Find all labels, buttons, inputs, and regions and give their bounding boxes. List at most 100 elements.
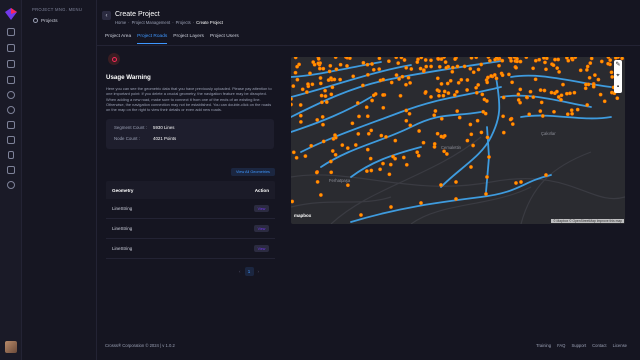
road-node (500, 58, 505, 63)
road-node (357, 114, 361, 119)
flag-icon[interactable] (7, 76, 15, 84)
view-all-geometries-button[interactable]: View All Geometries (231, 168, 275, 176)
road-node (330, 149, 335, 153)
road-node (435, 131, 440, 136)
footer-link-faq[interactable]: FAQ (557, 343, 565, 348)
menu-item-projects[interactable]: Projects (30, 15, 90, 25)
marker-icon[interactable]: ⌖ (614, 71, 622, 82)
database-icon[interactable] (7, 106, 15, 114)
node-count: Node Count : 4021 Points (114, 136, 176, 141)
road-node (377, 67, 382, 72)
road-node (315, 118, 320, 122)
layers-icon[interactable] (7, 60, 15, 68)
view-button[interactable]: View (254, 245, 269, 252)
road-node (528, 89, 533, 94)
breadcrumb-home[interactable]: Home (115, 20, 126, 25)
road-node (527, 112, 532, 117)
footer-link-license[interactable]: License (613, 343, 627, 348)
footer-link-training[interactable]: Training (536, 343, 551, 348)
road-node (455, 64, 460, 69)
road-node (404, 82, 408, 87)
footer-link-contact[interactable]: Contact (592, 343, 606, 348)
road-node (295, 77, 300, 82)
mapbox-logo[interactable]: mapbox (294, 213, 311, 218)
road-node (540, 114, 545, 118)
road-node (355, 101, 360, 105)
map-attribution[interactable]: © Mapbox © OpenStreetMap Improve this ma… (551, 219, 624, 223)
stack-icon[interactable] (7, 121, 15, 129)
image-icon[interactable] (7, 44, 15, 52)
view-button[interactable]: View (254, 205, 269, 212)
road-map[interactable]: Ferhatpaşa Cemalettin Çakırlar ✎ ⌖ ▪ mapbo… (291, 57, 625, 224)
pen-icon[interactable]: ✎ (614, 60, 622, 71)
road-node (424, 64, 429, 69)
breadcrumb-projects[interactable]: Projects (176, 20, 191, 25)
road-node (516, 98, 521, 102)
road-node (538, 109, 543, 113)
back-button[interactable]: ‹ (102, 11, 111, 20)
road-node (366, 131, 371, 136)
mobile-icon[interactable] (8, 151, 14, 159)
road-node (321, 66, 326, 71)
road-node (442, 89, 447, 94)
table-row: LineString View (106, 239, 275, 259)
road-node (303, 154, 308, 159)
road-segment (320, 111, 482, 168)
logo-icon[interactable] (5, 8, 17, 20)
road-node (494, 76, 499, 81)
page-1-button[interactable]: 1 (244, 267, 254, 276)
road-node (415, 150, 420, 155)
road-segment (520, 114, 612, 120)
breadcrumb-project-management[interactable]: Project Management (132, 20, 171, 25)
header-action: Action (254, 187, 269, 193)
tab-project-area[interactable]: Project Area (105, 34, 131, 44)
road-node (452, 93, 457, 97)
road-node (377, 57, 382, 61)
tab-project-layers[interactable]: Project Layers (173, 34, 204, 44)
avatar[interactable] (5, 341, 17, 353)
footer-link-support[interactable]: Support (571, 343, 586, 348)
road-node (350, 121, 355, 126)
dashboard-icon[interactable] (7, 28, 15, 36)
road-node (450, 69, 455, 74)
prev-page-button[interactable]: ‹ (239, 269, 241, 274)
road-node (319, 100, 324, 105)
road-node (406, 75, 411, 80)
road-node (570, 57, 574, 61)
road-node (370, 98, 375, 103)
road-node (397, 77, 402, 81)
list-icon[interactable] (7, 166, 15, 174)
road-node (544, 173, 548, 177)
road-node (518, 87, 523, 92)
settings-icon[interactable] (7, 181, 15, 189)
road-node (321, 139, 326, 144)
road-node (444, 65, 449, 70)
view-button[interactable]: View (254, 225, 269, 232)
road-node (379, 133, 384, 138)
road-node (429, 58, 433, 63)
next-page-button[interactable]: › (258, 269, 260, 274)
road-node (389, 205, 393, 209)
road-node (432, 113, 437, 118)
tab-project-roads[interactable]: Project Roads (137, 34, 168, 44)
road-node (487, 155, 491, 159)
trash-icon[interactable]: ▪ (614, 82, 622, 93)
road-node (615, 96, 620, 101)
map-canvas[interactable]: Ferhatpaşa Cemalettin Çakırlar (291, 57, 625, 224)
road-node (318, 81, 323, 86)
road-segment (500, 94, 592, 108)
grid-icon[interactable] (7, 136, 15, 144)
road-node (308, 71, 312, 76)
road-node (333, 152, 338, 157)
users-icon[interactable] (7, 91, 15, 99)
road-node (443, 60, 448, 64)
map-street (410, 186, 532, 224)
road-node (446, 91, 451, 95)
district-label: Cemalettin (441, 145, 462, 150)
road-node (591, 84, 596, 89)
geometry-table: Geometry Action LineString View LineStri… (106, 181, 275, 259)
road-node (542, 88, 547, 93)
road-node (531, 66, 536, 71)
road-node (482, 97, 487, 102)
tab-project-users[interactable]: Project Users (210, 34, 239, 44)
